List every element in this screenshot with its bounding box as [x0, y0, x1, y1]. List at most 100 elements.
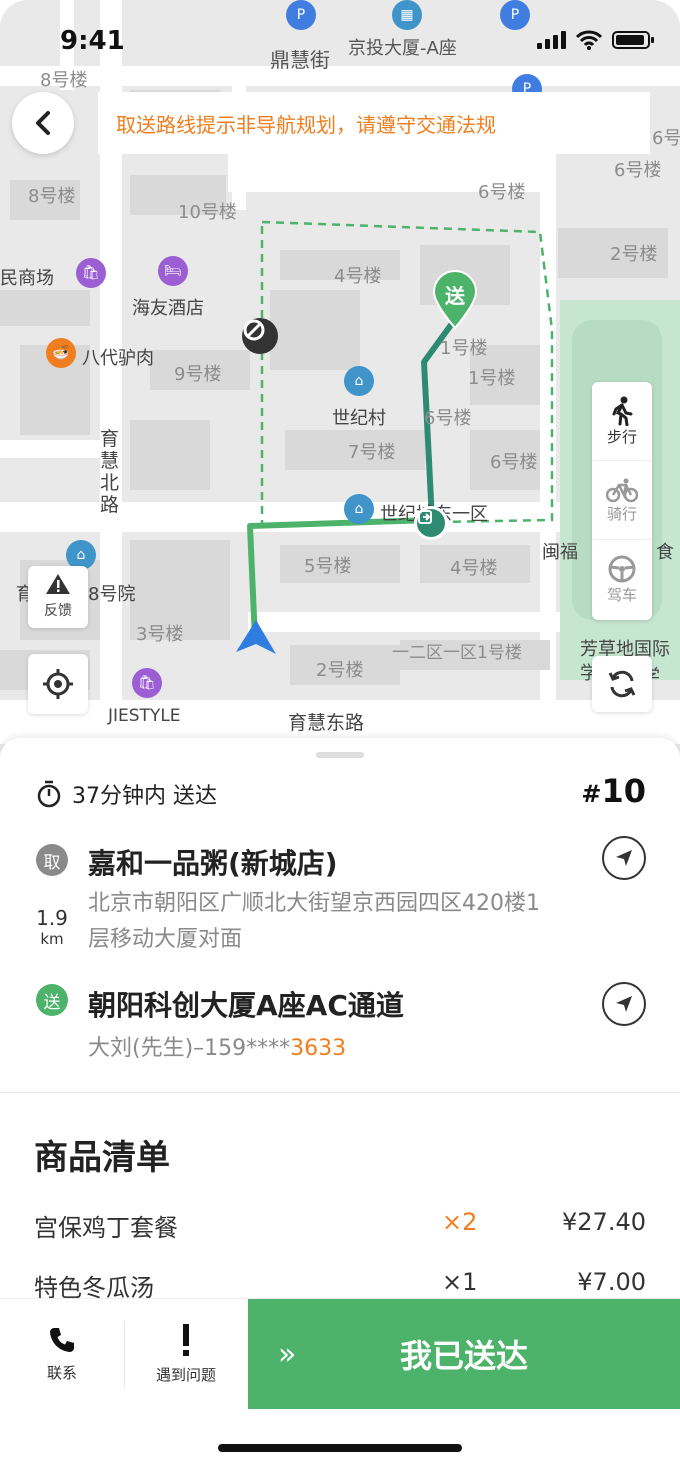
home-indicator: [218, 1444, 462, 1452]
walk-icon: [612, 396, 633, 426]
locate-icon: [43, 669, 73, 699]
contact-label: 联系: [46, 1363, 77, 1382]
poi-label: JIESTYLE: [108, 706, 181, 726]
mode-walk-button[interactable]: 步行: [592, 382, 652, 460]
report-problem-button[interactable]: 遇到问题: [125, 1299, 247, 1409]
mode-car-button[interactable]: 驾车: [592, 539, 652, 618]
poi-label: 食: [656, 542, 674, 563]
pickup-badge: 取: [36, 844, 68, 876]
navigate-arrow-icon: [616, 996, 632, 1012]
confirm-delivered-label: 我已送达: [399, 1337, 528, 1375]
refresh-icon: [608, 670, 636, 698]
delivery-badge: 送: [36, 984, 68, 1016]
building-label: 6号楼: [478, 182, 526, 203]
battery-icon: [612, 31, 654, 49]
shop-icon: 🛍: [132, 668, 162, 698]
sheet-drag-handle[interactable]: [316, 752, 364, 758]
status-bar: 9:41: [0, 0, 680, 80]
cellular-signal-icon: [537, 31, 566, 49]
building-label: 9号楼: [174, 364, 222, 385]
feedback-label: 反馈: [44, 603, 72, 619]
double-chevron-right-icon: »: [278, 1336, 297, 1372]
building-label: 6号楼: [652, 128, 680, 149]
building-label: 3号楼: [136, 624, 184, 645]
contact-button[interactable]: 联系: [0, 1299, 124, 1409]
order-number: #10: [581, 772, 646, 810]
entrance-marker-icon: [414, 506, 448, 540]
eta-text: 37分钟内 送达: [72, 784, 217, 809]
refresh-route-button[interactable]: [592, 656, 652, 712]
goods-item-name: 宫保鸡丁套餐: [34, 1214, 178, 1242]
feedback-button[interactable]: 反馈: [28, 566, 88, 628]
chevron-left-icon: [36, 111, 50, 135]
phone-screen: 鼎慧街 京投大厦-A座 8号楼 8号楼 10号楼 6号楼 6号楼 6号楼 4号楼…: [0, 0, 680, 1470]
navigate-to-delivery-button[interactable]: [602, 982, 646, 1026]
goods-list-title: 商品清单: [34, 1138, 170, 1178]
shop-icon: 🛍: [76, 258, 106, 288]
section-divider: [0, 1092, 680, 1093]
building-label: 8号楼: [28, 186, 76, 207]
street-label: 育慧东路: [288, 712, 365, 734]
building-label: 1号楼: [440, 338, 488, 359]
poi-label: 八代驴肉: [82, 348, 154, 369]
travel-mode-panel: 步行 骑行 驾车: [592, 382, 652, 620]
navigate-arrow-icon: [616, 850, 632, 866]
building-label: 4号楼: [450, 558, 498, 579]
phone-icon: [50, 1327, 74, 1352]
delivery-name: 朝阳科创大厦A座AC通道: [88, 989, 404, 1022]
building-label: 7号楼: [348, 442, 396, 463]
building-label: 6号楼: [490, 452, 538, 473]
destination-pin-label: 送: [445, 284, 465, 308]
route-disclaimer-banner: 取送路线提示非导航规划，请遵守交通法规: [98, 92, 650, 154]
mode-bike-label: 骑行: [606, 504, 637, 523]
poi-label: 世纪村: [332, 408, 386, 429]
phone-tail: 3633: [290, 1036, 347, 1061]
delivery-contact: 大刘(先生)–159****3633: [88, 1036, 347, 1061]
building-label: 4号楼: [334, 266, 382, 287]
building-label: 10号楼: [178, 202, 237, 223]
eta-row: 37分钟内 送达: [36, 778, 217, 810]
poi-label: 海友酒店: [132, 298, 204, 319]
building-label: 1号楼: [468, 368, 516, 389]
navigate-to-pickup-button[interactable]: [602, 836, 646, 880]
car-icon: [608, 555, 636, 582]
goods-item-qty: ×1: [442, 1268, 478, 1296]
mode-walk-label: 步行: [606, 427, 637, 446]
goods-item: 宫保鸡丁套餐 ×2 ¥27.40: [34, 1208, 646, 1248]
pickup-name: 嘉和一品粥(新城店): [88, 847, 338, 880]
route-disclaimer-text: 取送路线提示非导航规划，请遵守交通法规: [116, 112, 496, 137]
destination-pin[interactable]: 送: [432, 270, 478, 330]
building-label: 2号楼: [316, 660, 364, 681]
stopwatch-icon: [37, 780, 61, 808]
street-label: 育慧北路: [100, 428, 120, 516]
bike-icon: [606, 478, 638, 502]
goods-item-price: ¥7.00: [577, 1268, 646, 1296]
building-label: 2号楼: [610, 244, 658, 265]
mode-car-label: 驾车: [606, 585, 637, 604]
residential-icon: ⌂: [344, 366, 374, 396]
building-label: 6号楼: [614, 160, 662, 181]
back-button[interactable]: [12, 92, 74, 154]
report-problem-label: 遇到问题: [155, 1365, 216, 1384]
residential-icon: ⌂: [344, 494, 374, 524]
building-label: 6号楼: [424, 408, 472, 429]
poi-label: 民商场: [0, 268, 54, 289]
mode-bike-button[interactable]: 骑行: [592, 460, 652, 539]
building-label: 一二区一区1号楼: [392, 643, 522, 663]
restaurant-icon: 🍜: [46, 338, 76, 368]
building-label: 5号楼: [304, 556, 352, 577]
goods-item-qty: ×2: [442, 1208, 478, 1236]
no-entry-icon: [242, 318, 278, 354]
pickup-address: 北京市朝阳区广顺北大街望京西园四区420楼1层移动大厦对面: [88, 891, 540, 952]
exclamation-icon: [183, 1323, 189, 1356]
poi-label: 闽福: [542, 542, 578, 563]
pickup-distance: 1.9 km: [36, 906, 68, 948]
wifi-icon: [576, 30, 602, 50]
goods-item-price: ¥27.40: [562, 1208, 646, 1236]
warning-icon: [46, 574, 70, 594]
status-time: 9:41: [60, 26, 125, 56]
confirm-delivered-button[interactable]: » 我已送达: [248, 1299, 680, 1409]
locate-me-button[interactable]: [28, 654, 88, 714]
bottom-action-bar: 联系 遇到问题 » 我已送达: [0, 1298, 680, 1409]
hotel-icon: 🛏: [158, 256, 188, 286]
